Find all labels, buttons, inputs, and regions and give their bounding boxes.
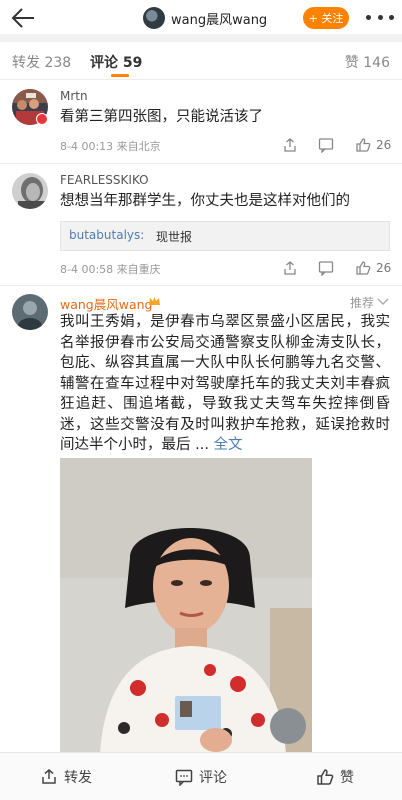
tab-comments[interactable]: 评论 59 bbox=[90, 52, 142, 72]
comment-icon bbox=[175, 769, 193, 786]
nav-username[interactable]: wang晨风wang bbox=[171, 9, 267, 28]
chevron-down-icon[interactable] bbox=[377, 298, 389, 306]
crown-icon bbox=[149, 297, 160, 305]
nav-avatar[interactable] bbox=[143, 7, 165, 29]
follow-button[interactable]: + 关注 bbox=[303, 7, 349, 29]
share-icon[interactable] bbox=[282, 137, 298, 153]
reply-preview[interactable]: butabutalys: 现世报 bbox=[60, 221, 390, 251]
reply-username[interactable]: butabutalys: bbox=[69, 228, 144, 242]
comment-item: FEARLESSKIKO 想想当年那群学生，你丈夫也是这样对他们的 butabu… bbox=[0, 164, 402, 286]
like-label: 赞 bbox=[340, 770, 354, 786]
comment-button[interactable]: 评论 bbox=[175, 767, 227, 787]
comment-username[interactable]: FEARLESSKIKO bbox=[60, 173, 149, 187]
active-tab-indicator bbox=[111, 74, 129, 77]
like-button[interactable]: 赞 bbox=[316, 767, 354, 787]
like-icon[interactable] bbox=[355, 260, 371, 276]
reply-text: 现世报 bbox=[156, 230, 193, 244]
comment-item: Mrtn 看第三第四张图，只能说活该了 8-4 00:13 来自北京 26 bbox=[0, 80, 402, 164]
more-options-icon[interactable] bbox=[366, 8, 394, 26]
top-navigation-bar: wang晨风wang + 关注 bbox=[0, 0, 402, 34]
comment-meta: 8-4 00:13 来自北京 bbox=[60, 140, 161, 153]
back-arrow-icon[interactable] bbox=[10, 6, 36, 30]
like-icon bbox=[317, 769, 334, 785]
like-count: 26 bbox=[376, 261, 392, 275]
tab-reposts[interactable]: 转发 238 bbox=[12, 52, 71, 72]
tab-likes[interactable]: 赞 146 bbox=[345, 52, 390, 72]
comment-meta: 8-4 00:58 来自重庆 bbox=[60, 263, 161, 276]
repost-button[interactable]: 转发 bbox=[40, 767, 92, 787]
comment-icon[interactable] bbox=[318, 137, 334, 153]
recommend-label: 推荐 bbox=[350, 296, 375, 310]
avatar[interactable] bbox=[12, 294, 48, 330]
comment-icon[interactable] bbox=[318, 260, 334, 276]
repost-label: 转发 bbox=[64, 770, 92, 786]
divider bbox=[0, 34, 402, 42]
like-icon[interactable] bbox=[355, 137, 371, 153]
full-text-link[interactable]: 全文 bbox=[214, 437, 243, 453]
comment-label: 评论 bbox=[199, 770, 227, 786]
comment-text: 看第三第四张图，只能说活该了 bbox=[60, 109, 263, 125]
post-photo[interactable] bbox=[60, 458, 312, 754]
post-username[interactable]: wang晨风wang bbox=[60, 294, 152, 313]
verified-badge-icon bbox=[36, 113, 48, 125]
bottom-action-bar: 转发 评论 赞 bbox=[0, 752, 402, 800]
avatar[interactable] bbox=[12, 173, 48, 209]
nav-user-info[interactable]: wang晨风wang bbox=[143, 6, 267, 30]
tab-bar: 转发 238 评论 59 赞 146 bbox=[0, 42, 402, 80]
post-text: 我叫王秀娟，是伊春市乌翠区景盛小区居民，我实名举报伊春市公安局交通警察支队柳金涛… bbox=[60, 314, 390, 453]
share-icon bbox=[42, 769, 56, 784]
share-icon[interactable] bbox=[282, 260, 298, 276]
like-count: 26 bbox=[376, 138, 392, 152]
comment-username[interactable]: Mrtn bbox=[60, 89, 88, 103]
comment-text: 想想当年那群学生，你丈夫也是这样对他们的 bbox=[60, 193, 350, 209]
